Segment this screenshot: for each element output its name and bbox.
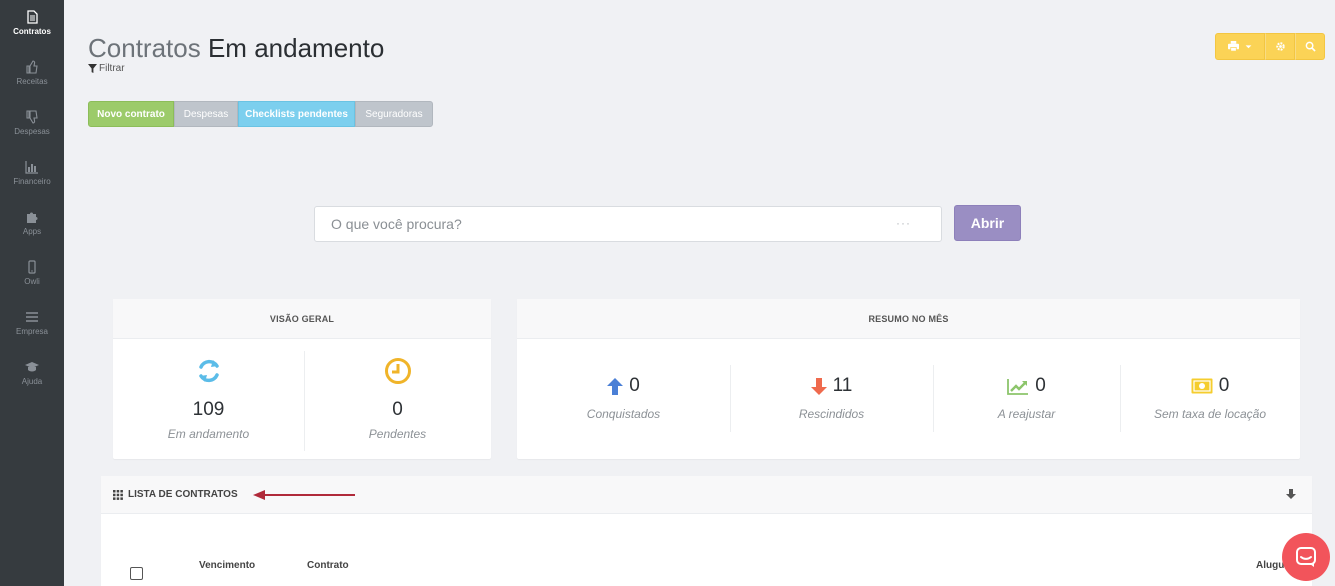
stat-conquistados[interactable]: 0 bbox=[517, 375, 730, 397]
visao-geral-title: VISÃO GERAL bbox=[113, 299, 491, 339]
stat-caption: Rescindidos bbox=[798, 407, 865, 421]
visao-geral-card: VISÃO GERAL 109 Em andamento 0 Pendentes bbox=[113, 299, 491, 459]
annotation-arrow bbox=[253, 490, 355, 500]
abrir-button[interactable]: Abrir bbox=[954, 205, 1021, 241]
sidebar-item-label: Contratos bbox=[13, 27, 51, 36]
sidebar-item-empresa[interactable]: Empresa bbox=[0, 310, 64, 350]
select-all-checkbox[interactable] bbox=[130, 567, 143, 580]
gear-icon bbox=[1275, 42, 1285, 51]
puzzle-icon bbox=[25, 210, 39, 224]
sidebar-item-financeiro[interactable]: Financeiro bbox=[0, 160, 64, 200]
money-bill-icon bbox=[1191, 378, 1213, 394]
refresh-icon bbox=[198, 359, 219, 383]
lista-contratos-title: LISTA DE CONTRATOS bbox=[113, 489, 238, 500]
stat-value: 0 bbox=[1218, 375, 1230, 396]
stat-caption: Sem taxa de locação bbox=[1153, 407, 1267, 421]
tab-bar: Novo contrato Despesas Checklists penden… bbox=[88, 101, 433, 127]
sidebar-item-label: Ajuda bbox=[21, 377, 43, 386]
search-box: ··· bbox=[314, 206, 942, 242]
stat-value: 0 bbox=[629, 375, 640, 396]
sidebar-item-label: Financeiro bbox=[13, 177, 51, 186]
stat-value: 109 bbox=[192, 399, 225, 420]
sidebar-item-receitas[interactable]: Receitas bbox=[0, 60, 64, 100]
stat-caption: Em andamento bbox=[167, 427, 250, 441]
arrow-up-icon bbox=[607, 377, 624, 395]
stat-pendentes[interactable]: 0 Pendentes bbox=[304, 357, 491, 441]
page-title: Contratos Em andamento bbox=[88, 33, 384, 64]
stat-sem-taxa-locacao[interactable]: 0 bbox=[1120, 375, 1300, 397]
arrow-down-icon bbox=[810, 377, 827, 395]
stat-rescindidos[interactable]: 11 bbox=[730, 375, 933, 397]
stat-caption: Pendentes bbox=[368, 427, 427, 441]
tab-novo-contrato[interactable]: Novo contrato bbox=[88, 101, 174, 127]
stat-value: 11 bbox=[832, 375, 853, 396]
sidebar: Contratos Receitas Despesas Financeiro A… bbox=[0, 0, 64, 586]
sidebar-item-label: Empresa bbox=[15, 327, 48, 336]
toolbar bbox=[1215, 33, 1325, 60]
search-button[interactable] bbox=[1295, 33, 1325, 60]
sidebar-item-label: Apps bbox=[22, 227, 42, 236]
lista-title-text: LISTA DE CONTRATOS bbox=[128, 489, 238, 500]
mobile-icon bbox=[25, 260, 39, 274]
sidebar-item-despesas[interactable]: Despesas bbox=[0, 110, 64, 150]
thumbs-down-icon bbox=[25, 110, 39, 124]
sidebar-item-contratos[interactable]: Contratos bbox=[0, 10, 64, 50]
print-button[interactable] bbox=[1215, 33, 1265, 60]
thumbs-up-icon bbox=[25, 60, 39, 74]
stat-caption: Conquistados bbox=[586, 407, 661, 421]
bar-chart-icon bbox=[25, 160, 39, 174]
resumo-mes-title: RESUMO NO MÊS bbox=[517, 299, 1300, 339]
column-header-vencimento[interactable]: Vencimento bbox=[199, 560, 255, 571]
stat-a-reajustar[interactable]: 0 bbox=[933, 375, 1120, 397]
sidebar-item-label: Receitas bbox=[16, 77, 48, 86]
stat-value: 0 bbox=[392, 399, 403, 420]
sidebar-item-owli[interactable]: Owli bbox=[0, 260, 64, 300]
tab-checklists-pendentes[interactable]: Checklists pendentes bbox=[238, 101, 355, 127]
sidebar-item-label: Despesas bbox=[14, 127, 50, 136]
page-title-status: Em andamento bbox=[207, 33, 385, 63]
filter-icon bbox=[88, 64, 97, 73]
column-header-aluguel[interactable]: Alugu bbox=[1256, 560, 1284, 571]
print-icon bbox=[1228, 41, 1239, 52]
filter-label: Filtrar bbox=[99, 63, 125, 74]
chat-button[interactable] bbox=[1282, 533, 1330, 581]
download-icon[interactable] bbox=[1286, 489, 1296, 500]
search-input[interactable] bbox=[331, 207, 891, 241]
column-header-contrato[interactable]: Contrato bbox=[307, 560, 349, 571]
menu-icon bbox=[25, 310, 39, 324]
tab-seguradoras[interactable]: Seguradoras bbox=[355, 101, 433, 127]
sidebar-item-ajuda[interactable]: Ajuda bbox=[0, 360, 64, 400]
grid-icon bbox=[113, 489, 123, 500]
chat-icon bbox=[1296, 547, 1316, 567]
stat-value: 0 bbox=[1035, 375, 1046, 396]
tab-despesas[interactable]: Despesas bbox=[174, 101, 238, 127]
caret-down-icon bbox=[1245, 45, 1252, 49]
clock-icon bbox=[384, 358, 411, 384]
sidebar-item-apps[interactable]: Apps bbox=[0, 210, 64, 250]
trend-chart-icon bbox=[1007, 378, 1029, 395]
stat-em-andamento[interactable]: 109 Em andamento bbox=[113, 357, 304, 441]
graduation-cap-icon bbox=[25, 360, 39, 374]
sidebar-item-label: Owli bbox=[24, 277, 40, 286]
filter-link[interactable]: Filtrar bbox=[88, 63, 125, 74]
settings-button[interactable] bbox=[1265, 33, 1295, 60]
stat-caption: A reajustar bbox=[997, 407, 1056, 421]
document-icon bbox=[25, 10, 39, 24]
page-title-main: Contratos bbox=[88, 33, 201, 63]
resumo-mes-card: RESUMO NO MÊS 0 Conquistados 11 Rescindi… bbox=[517, 299, 1300, 459]
search-icon bbox=[1305, 41, 1316, 52]
search-options-dots[interactable]: ··· bbox=[896, 216, 911, 230]
